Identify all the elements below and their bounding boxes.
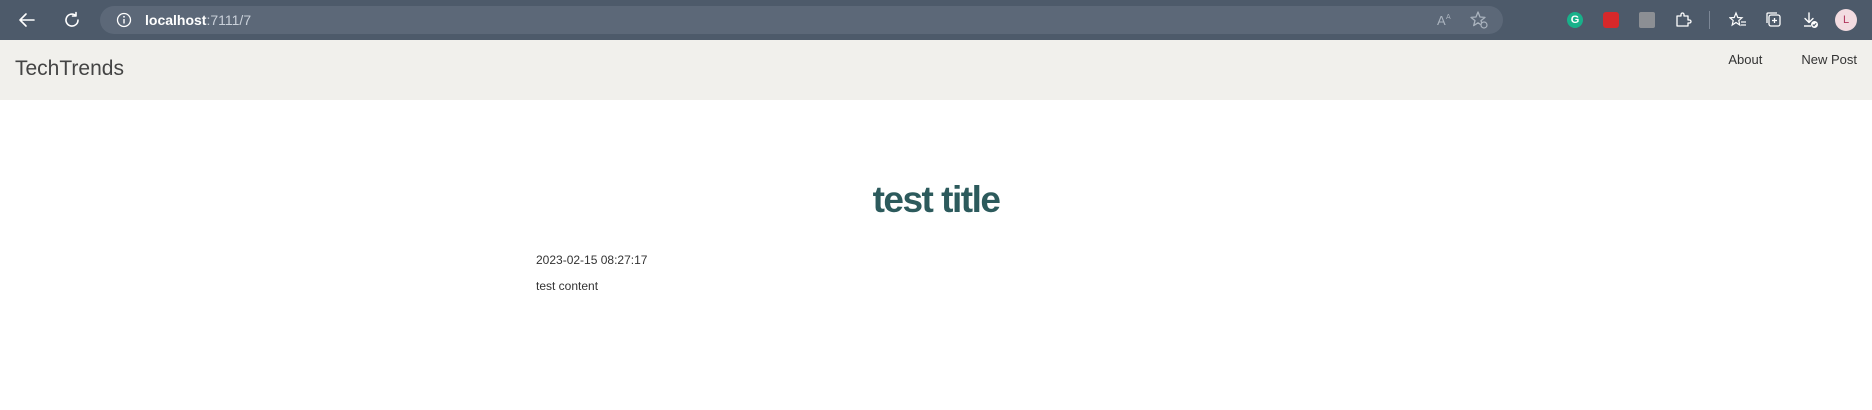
collections-icon[interactable] [1760,6,1788,34]
svg-text:A: A [1437,13,1446,28]
add-favorite-icon[interactable] [1469,10,1489,35]
address-bar[interactable]: localhost:7111/7 AA [100,6,1503,34]
pdf-extension-icon[interactable] [1597,6,1625,34]
reload-icon [65,11,79,27]
nav-about-link[interactable]: About [1728,52,1762,67]
downloads-icon[interactable] [1796,6,1824,34]
nav-new-post-link[interactable]: New Post [1801,52,1857,67]
post-title: test title [872,179,1001,220]
grammarly-label: G [1567,12,1583,28]
url-host: localhost [145,12,207,28]
site-navbar: TechTrends About New Post [0,40,1872,100]
extensions-puzzle-icon[interactable] [1669,6,1697,34]
post-content: test content [536,279,599,293]
favorites-icon[interactable] [1724,6,1752,34]
post-created-date: 2023-02-15 08:27:17 [536,253,648,267]
svg-text:A: A [1446,14,1451,21]
profile-button[interactable]: L [1832,6,1860,34]
read-aloud-icon[interactable]: AA [1435,10,1455,35]
url-path: :7111/7 [206,12,252,28]
back-button[interactable] [13,6,41,34]
nav-links: About New Post [1689,52,1857,67]
arrow-left-icon [19,13,35,27]
gray-extension-icon[interactable] [1633,6,1661,34]
site-info-icon[interactable] [115,11,133,29]
avatar: L [1835,9,1857,31]
site-brand[interactable]: TechTrends [15,57,124,81]
grammarly-extension-icon[interactable]: G [1561,6,1589,34]
browser-toolbar: localhost:7111/7 AA G L [0,0,1872,40]
reload-button[interactable] [58,6,86,34]
url-text[interactable]: localhost:7111/7 [145,12,251,28]
